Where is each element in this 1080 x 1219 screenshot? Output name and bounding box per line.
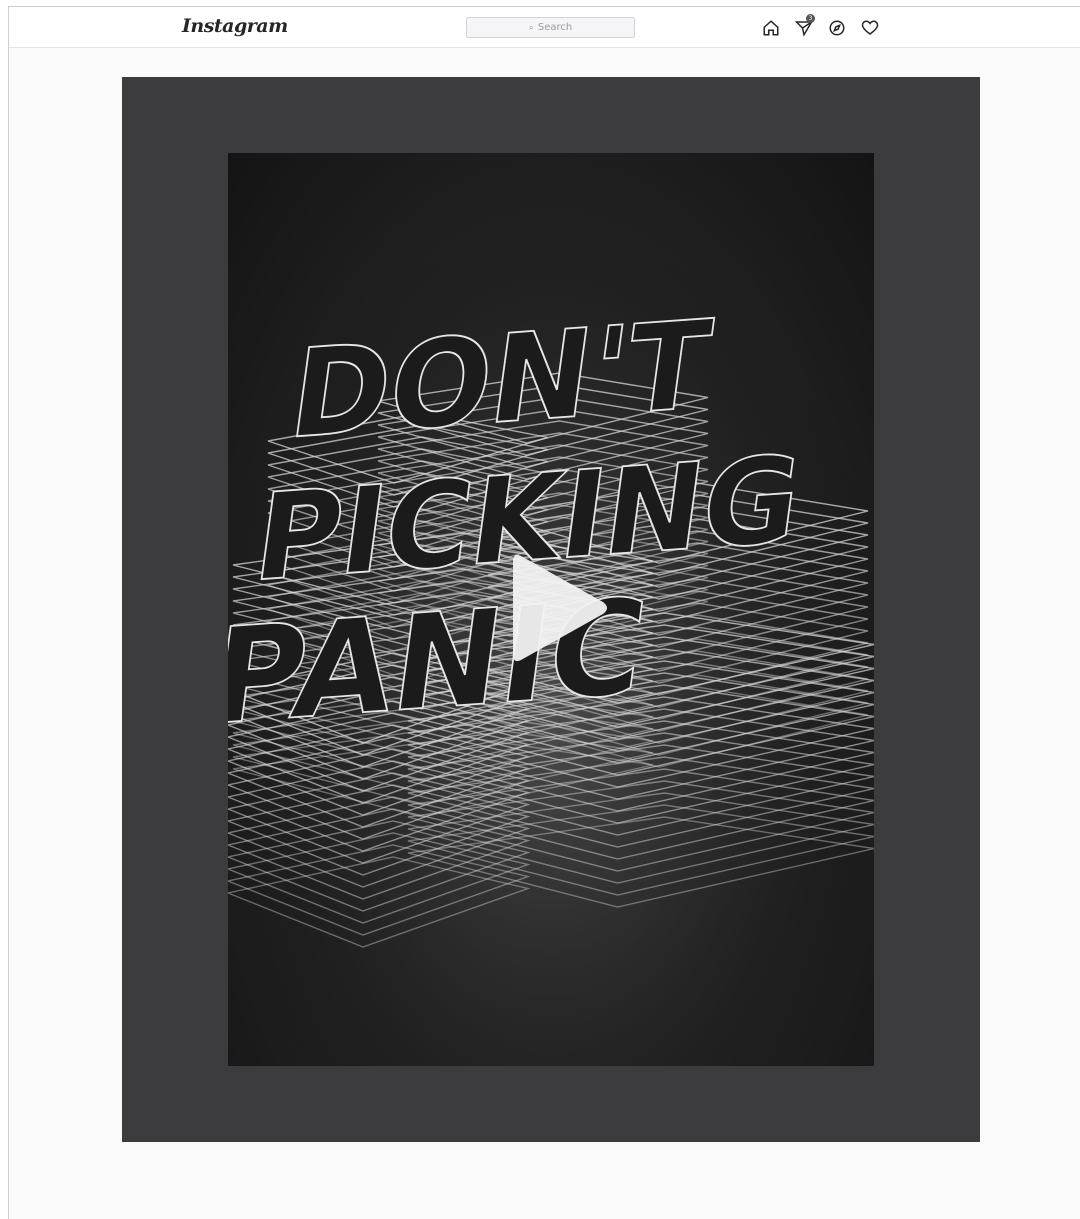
search-placeholder: Search: [537, 22, 573, 33]
instagram-logo[interactable]: Instagram: [182, 15, 288, 37]
post-video[interactable]: DON'T PICKING PANIC: [228, 153, 874, 1066]
play-icon: [513, 554, 607, 662]
explore-icon[interactable]: [826, 18, 848, 38]
post-media-frame: DON'T PICKING PANIC: [122, 77, 980, 1142]
activity-heart-icon[interactable]: [859, 18, 881, 38]
direct-badge: 3: [806, 14, 815, 23]
play-button[interactable]: [503, 548, 613, 668]
search-icon: ⌕: [528, 22, 534, 33]
home-icon[interactable]: [760, 18, 782, 38]
direct-message-icon[interactable]: 3: [793, 14, 815, 38]
browser-window: Instagram ⌕ Search 3 DON'T PICKING PANIC: [8, 6, 1080, 1219]
top-navigation-bar: Instagram ⌕ Search 3: [9, 7, 1080, 48]
nav-icons: 3: [760, 14, 881, 38]
search-input[interactable]: ⌕ Search: [466, 17, 635, 38]
